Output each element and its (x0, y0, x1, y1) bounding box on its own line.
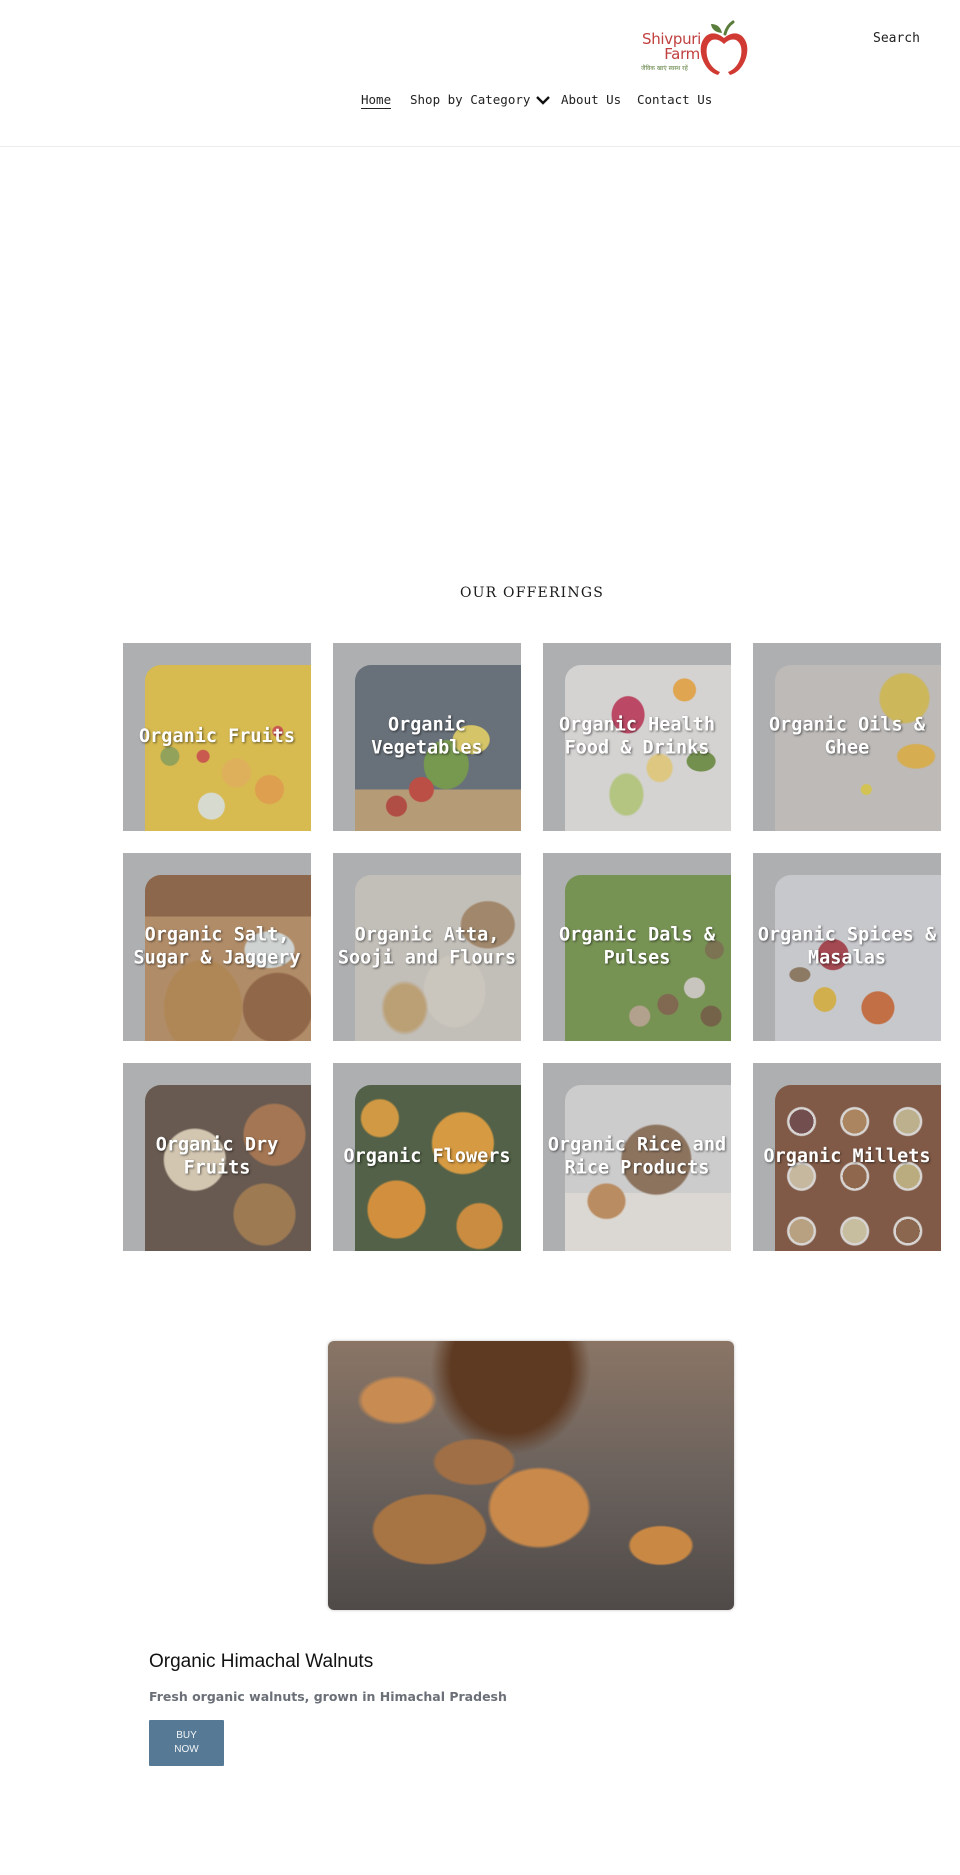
category-card-millets[interactable]: Organic Millets (753, 1063, 941, 1251)
category-card-fruits[interactable]: Organic Fruits (123, 643, 311, 831)
search-link[interactable]: Search (873, 31, 920, 46)
nav-item-label: Shop by Category (410, 92, 531, 107)
nav-item-shop-by-category[interactable]: Shop by Category (410, 92, 551, 107)
category-card-health-food-drinks[interactable]: Organic Health Food & Drinks (543, 643, 731, 831)
logo-line-2: Farm (664, 45, 700, 63)
category-card-vegetables[interactable]: Organic Vegetables (333, 643, 521, 831)
offerings-title: OUR OFFERINGS (459, 585, 605, 601)
logo-tagline: जैविक खाएं स्वस्थ रहें (641, 65, 688, 72)
category-label: Organic Spices & Masalas (757, 924, 937, 969)
chevron-down-icon (536, 95, 551, 105)
category-label: Organic Salt, Sugar & Jaggery (133, 924, 301, 969)
nav-item-contact-us[interactable]: Contact Us (637, 92, 712, 107)
category-card-flowers[interactable]: Organic Flowers (333, 1063, 521, 1251)
category-card-salt-sugar-jaggery[interactable]: Organic Salt, Sugar & Jaggery (123, 853, 311, 1041)
featured-product-image[interactable] (328, 1341, 734, 1610)
nav-item-home[interactable]: Home (361, 92, 392, 109)
category-label: Organic Vegetables (371, 714, 483, 759)
main-nav: Home Shop by Category About Us Contact U… (0, 92, 960, 112)
apple-logo-icon (700, 20, 748, 75)
nav-item-about-us[interactable]: About Us (561, 92, 621, 107)
category-card-rice-products[interactable]: Organic Rice and Rice Products (543, 1063, 731, 1251)
category-label: Organic Dry Fruits (155, 1134, 279, 1179)
category-label: Organic Health Food & Drinks (559, 714, 715, 759)
logo-text: Shivpuri Farm (642, 32, 701, 63)
category-label: Organic Dals & Pulses (559, 924, 715, 969)
category-label: Organic Oils & Ghee (769, 714, 925, 759)
category-label: Organic Rice and Rice Products (547, 1134, 727, 1179)
category-card-dals-pulses[interactable]: Organic Dals & Pulses (543, 853, 731, 1041)
category-card-dry-fruits[interactable]: Organic Dry Fruits (123, 1063, 311, 1251)
category-grid: Organic Fruits Organic Vegetables Organi… (123, 643, 941, 1251)
hero-banner (0, 147, 960, 547)
category-label: Organic Millets (763, 1145, 931, 1167)
site-header: Shivpuri Farm जैविक खाएं स्वस्थ रहें Sear… (0, 0, 960, 147)
category-card-spices-masalas[interactable]: Organic Spices & Masalas (753, 853, 941, 1041)
logo-link[interactable]: Shivpuri Farm जैविक खाएं स्वस्थ रहें (636, 18, 754, 80)
featured-product-title: Organic Himachal Walnuts (149, 1651, 374, 1672)
featured-product-description: Fresh organic walnuts, grown in Himachal… (149, 1689, 507, 1704)
category-label: Organic Atta, Sooji and Flours (337, 924, 517, 969)
category-label: Organic Fruits (139, 725, 295, 747)
category-card-atta-sooji-flours[interactable]: Organic Atta, Sooji and Flours (333, 853, 521, 1041)
category-label: Organic Flowers (343, 1145, 511, 1167)
buy-now-button[interactable]: BUY NOW (149, 1720, 224, 1766)
category-card-oils-ghee[interactable]: Organic Oils & Ghee (753, 643, 941, 831)
